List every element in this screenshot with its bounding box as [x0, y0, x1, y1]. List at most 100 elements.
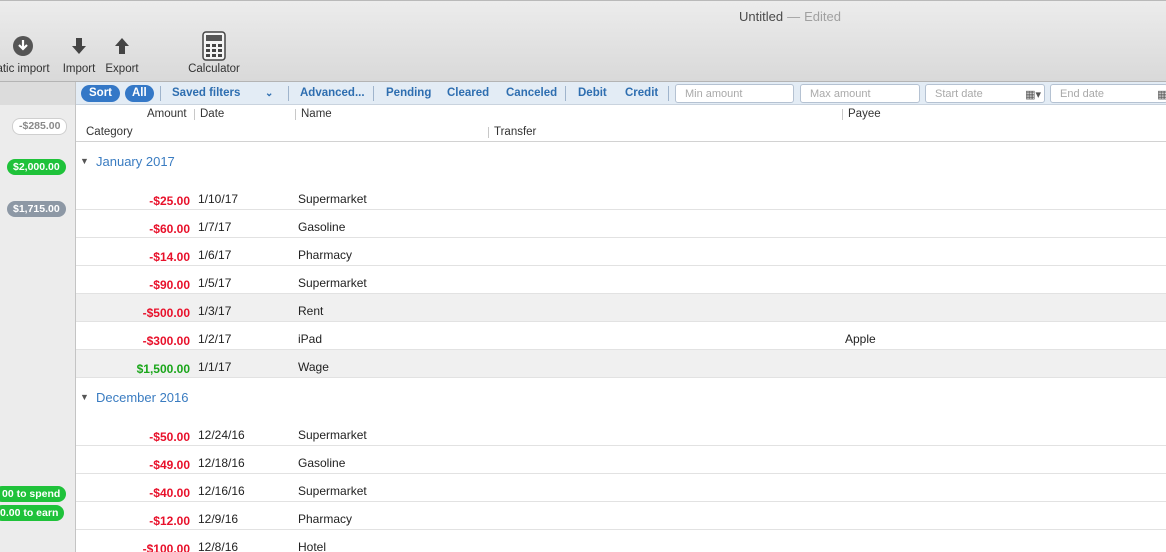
export-button[interactable]: Export: [102, 31, 142, 75]
table-row[interactable]: -$50.00 12/24/16 Supermarket: [76, 418, 1166, 446]
import-button[interactable]: Import: [60, 31, 98, 75]
row-amount: -$12.00: [149, 514, 190, 528]
saved-filters-dropdown[interactable]: Saved filters: [172, 85, 240, 102]
table-row[interactable]: -$12.00 12/9/16 Pharmacy: [76, 502, 1166, 530]
pending-filter-button[interactable]: Pending: [386, 85, 431, 102]
cleared-filter-button[interactable]: Cleared: [447, 85, 489, 102]
export-label: Export: [105, 63, 139, 75]
document-name: Untitled: [739, 9, 784, 24]
row-date: 12/16/16: [198, 484, 245, 498]
row-amount: -$60.00: [149, 222, 190, 236]
row-amount: -$25.00: [149, 194, 190, 208]
row-amount: -$50.00: [149, 430, 190, 444]
row-amount: -$49.00: [149, 458, 190, 472]
end-date-input[interactable]: End date ▦▾: [1050, 84, 1166, 103]
arrow-down-icon: [60, 31, 98, 61]
column-payee[interactable]: Payee: [848, 108, 881, 120]
advanced-filter-button[interactable]: Advanced...: [300, 85, 365, 102]
table-row[interactable]: -$14.00 1/6/17 Pharmacy: [76, 238, 1166, 266]
canceled-filter-button[interactable]: Canceled: [506, 85, 557, 102]
row-name: Gasoline: [298, 456, 346, 470]
row-name: Supermarket: [298, 428, 367, 442]
row-payee: Apple: [845, 332, 876, 346]
arrow-up-icon: [102, 31, 142, 61]
table-row[interactable]: -$60.00 1/7/17 Gasoline: [76, 210, 1166, 238]
balance-badge[interactable]: $1,715.00: [7, 201, 66, 217]
sort-button[interactable]: Sort: [81, 85, 120, 102]
automatic-import-button[interactable]: atic import: [0, 31, 54, 75]
row-amount: -$100.00: [142, 542, 190, 552]
disclosure-triangle-icon[interactable]: ▼: [80, 392, 89, 402]
row-amount: $1,500.00: [136, 362, 190, 376]
filter-divider: [565, 86, 566, 101]
balance-badge[interactable]: $2,000.00: [7, 159, 66, 175]
row-date: 1/5/17: [198, 276, 232, 290]
month-title: January 2017: [96, 154, 175, 169]
sidebar: -$285.00 $2,000.00 $1,715.00 00 to spend…: [0, 82, 76, 552]
max-amount-input[interactable]: Max amount: [800, 84, 920, 103]
toolbar: Untitled — Edited atic import Import Expor…: [0, 0, 1166, 82]
calculator-button[interactable]: Calculator: [184, 31, 244, 75]
edited-status: Edited: [804, 9, 841, 24]
automatic-import-label: atic import: [0, 63, 50, 75]
column-divider: [488, 127, 489, 138]
table-row[interactable]: -$90.00 1/5/17 Supermarket: [76, 266, 1166, 294]
balance-badge[interactable]: -$285.00: [12, 118, 68, 135]
row-name: Wage: [298, 360, 329, 374]
row-amount: -$90.00: [149, 278, 190, 292]
table-row[interactable]: -$300.00 1/2/17 iPad Apple: [76, 322, 1166, 350]
to-spend-badge: 00 to spend: [0, 486, 67, 502]
end-date-placeholder: End date: [1060, 88, 1105, 100]
table-row[interactable]: -$49.00 12/18/16 Gasoline: [76, 446, 1166, 474]
debit-filter-button[interactable]: Debit: [578, 85, 607, 102]
column-name[interactable]: Name: [301, 108, 332, 120]
row-name: iPad: [298, 332, 323, 346]
row-date: 12/24/16: [198, 428, 245, 442]
column-divider: [194, 109, 195, 120]
filter-divider: [668, 86, 669, 101]
row-amount: -$40.00: [149, 486, 190, 500]
column-amount[interactable]: Amount: [147, 108, 187, 120]
month-group-header[interactable]: ▼ January 2017: [76, 142, 1166, 182]
calendar-icon[interactable]: ▦▾: [1157, 88, 1166, 101]
filter-divider: [373, 86, 374, 101]
filter-divider: [160, 86, 161, 101]
credit-filter-button[interactable]: Credit: [625, 85, 658, 102]
table-row[interactable]: -$40.00 12/16/16 Supermarket: [76, 474, 1166, 502]
month-title: December 2016: [96, 390, 189, 405]
chevron-down-icon[interactable]: ⌄: [265, 85, 273, 102]
min-amount-input[interactable]: Min amount: [675, 84, 794, 103]
transaction-table: ▼ January 2017 -$25.00 1/10/17 Supermark…: [76, 142, 1166, 552]
table-row[interactable]: -$25.00 1/10/17 Supermarket: [76, 182, 1166, 210]
window-title: Untitled — Edited: [739, 9, 841, 24]
table-row[interactable]: -$500.00 1/3/17 Rent: [76, 294, 1166, 322]
table-row[interactable]: -$100.00 12/8/16 Hotel: [76, 530, 1166, 552]
column-category[interactable]: Category: [86, 126, 133, 138]
sidebar-selected-row[interactable]: [0, 82, 75, 105]
to-earn-badge: 0.00 to earn: [0, 505, 65, 521]
all-filter-button[interactable]: All: [125, 85, 154, 102]
disclosure-triangle-icon[interactable]: ▼: [80, 156, 89, 166]
table-row[interactable]: $1,500.00 1/1/17 Wage: [76, 350, 1166, 378]
row-amount: -$500.00: [142, 306, 190, 320]
start-date-input[interactable]: Start date ▦▾: [925, 84, 1045, 103]
column-divider: [842, 109, 843, 120]
row-name: Gasoline: [298, 220, 346, 234]
row-name: Supermarket: [298, 484, 367, 498]
row-amount: -$14.00: [149, 250, 190, 264]
calculator-icon: [184, 31, 244, 61]
column-transfer[interactable]: Transfer: [494, 126, 536, 138]
row-date: 1/2/17: [198, 332, 232, 346]
month-group-header[interactable]: ▼ December 2016: [76, 378, 1166, 418]
calendar-icon[interactable]: ▦▾: [1025, 88, 1041, 101]
row-name: Rent: [298, 304, 324, 318]
row-date: 1/7/17: [198, 220, 232, 234]
filter-divider: [288, 86, 289, 101]
import-label: Import: [62, 63, 96, 75]
start-date-placeholder: Start date: [935, 88, 983, 100]
row-name: Pharmacy: [298, 248, 353, 262]
row-date: 1/6/17: [198, 248, 232, 262]
calculator-label: Calculator: [188, 63, 240, 75]
column-date[interactable]: Date: [200, 108, 224, 120]
row-name: Supermarket: [298, 192, 367, 206]
